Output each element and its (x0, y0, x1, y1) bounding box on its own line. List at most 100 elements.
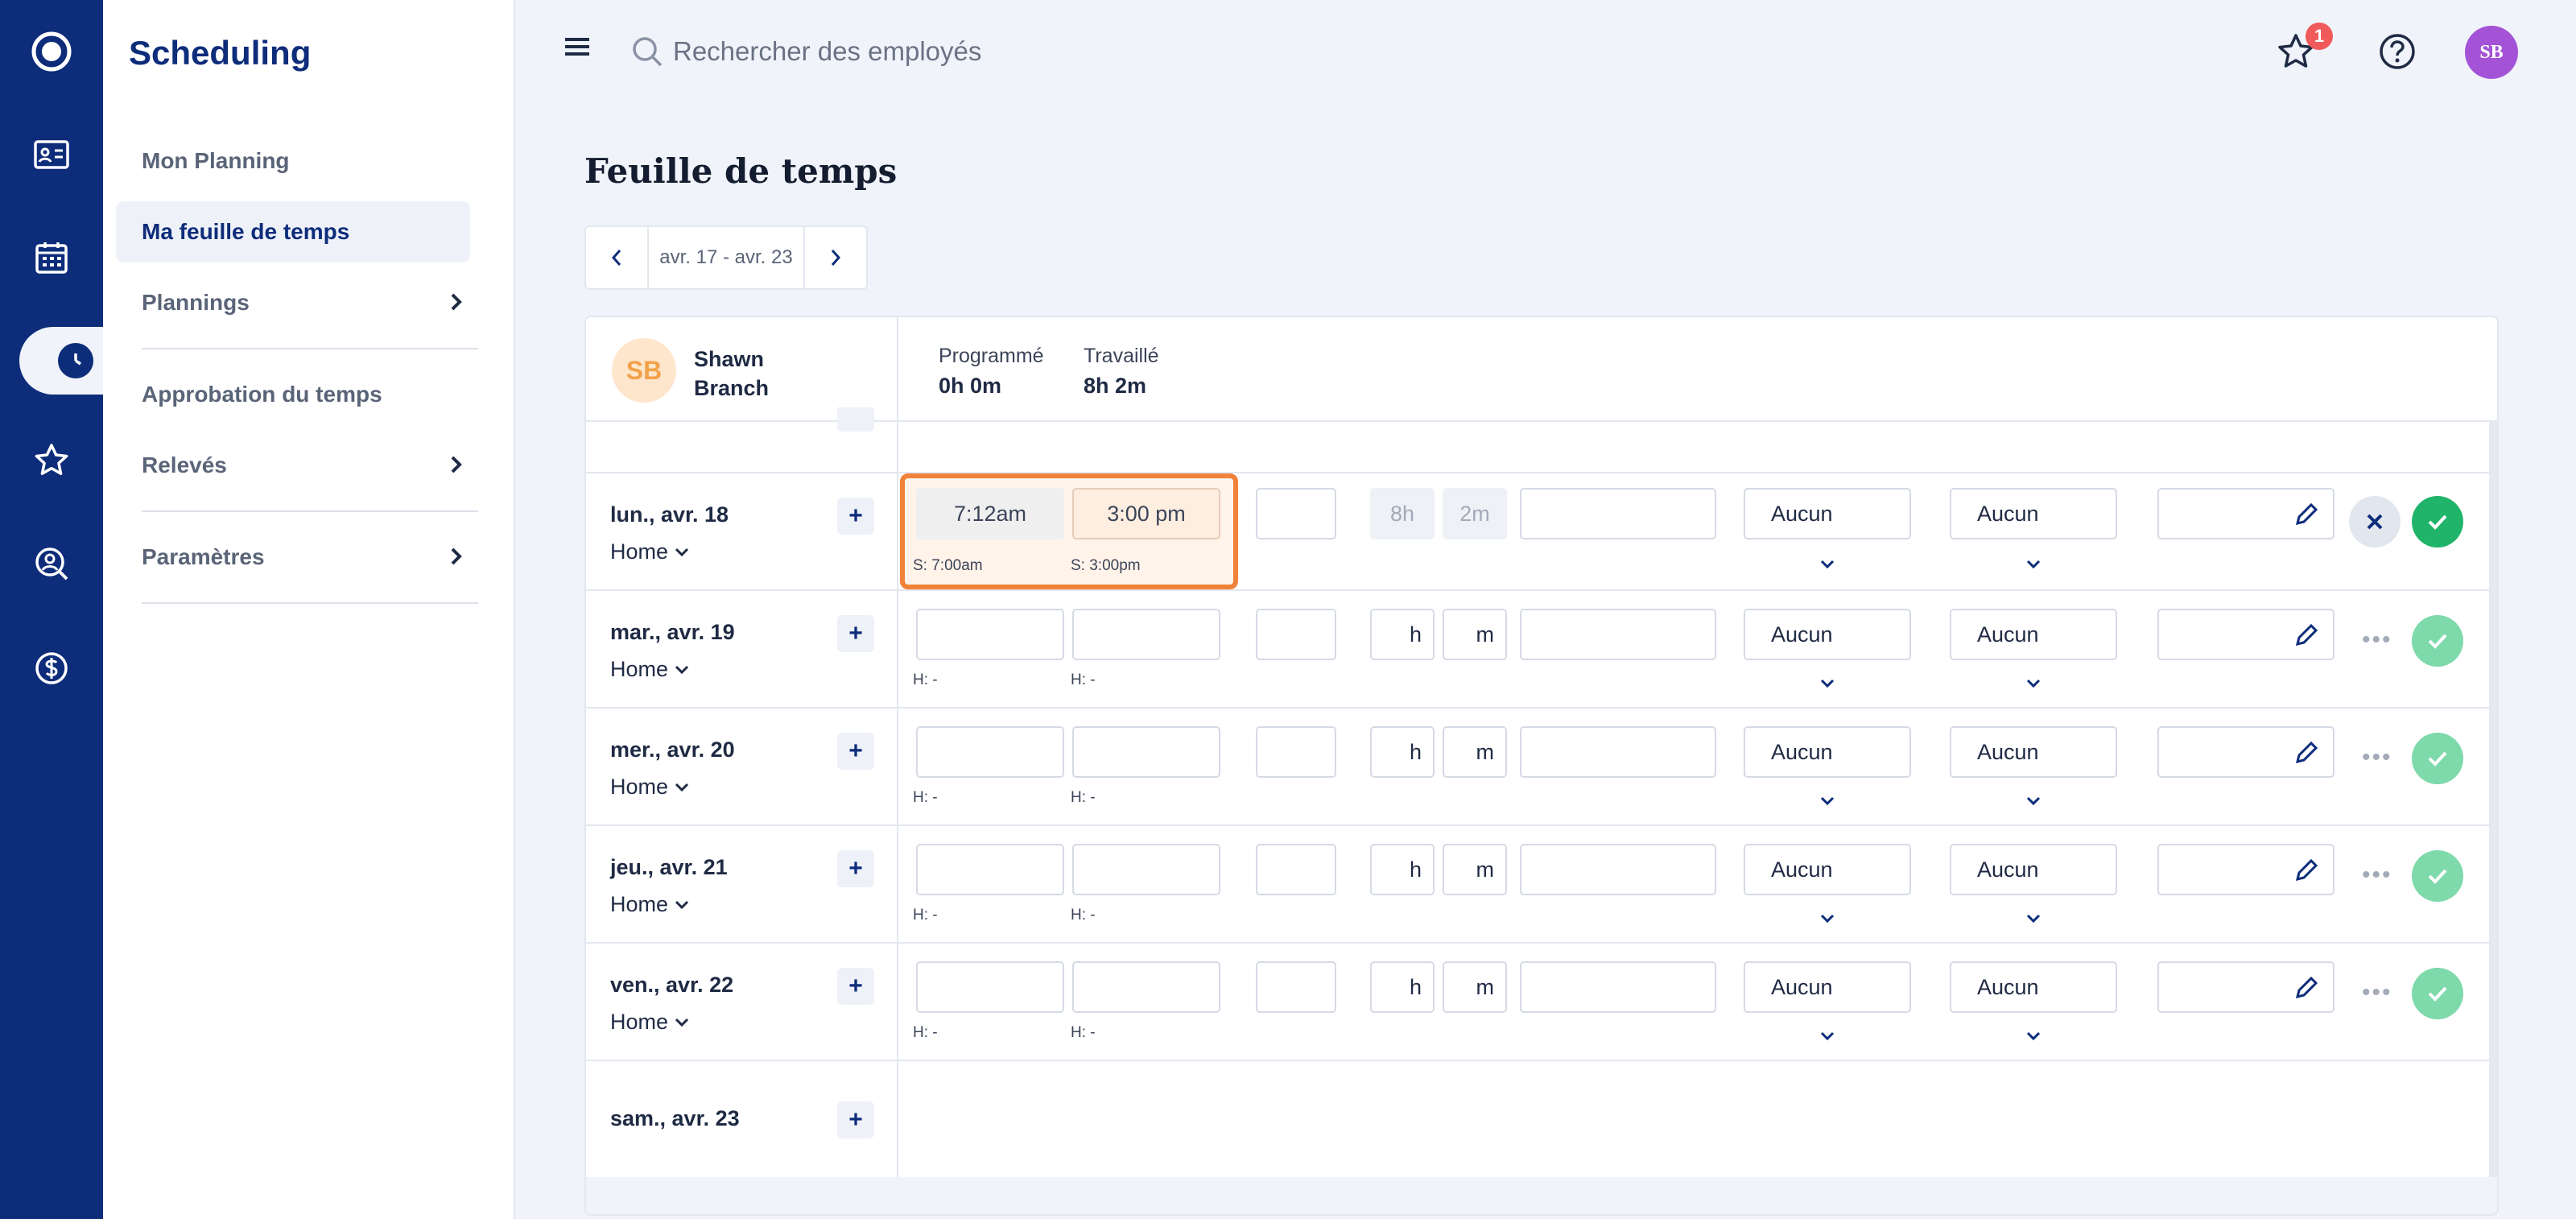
minutes-field[interactable]: m (1443, 961, 1507, 1013)
previous-week-button[interactable] (586, 227, 647, 288)
start-time-field[interactable] (916, 961, 1064, 1013)
worked-label: Travaillé (1084, 345, 1159, 367)
hours-field[interactable]: h (1370, 726, 1435, 778)
end-time-field[interactable] (1072, 726, 1220, 778)
nav-item-ma-feuille-de-temps[interactable]: Ma feuille de temps (116, 201, 470, 262)
calendar-icon[interactable] (0, 217, 103, 298)
position-select[interactable]: Aucun (1744, 844, 1911, 895)
approve-button[interactable] (2412, 496, 2463, 548)
hours-field[interactable]: h (1370, 961, 1435, 1013)
task-select[interactable]: Aucun (1950, 488, 2117, 539)
end-time-field[interactable] (1072, 609, 1220, 660)
pencil-icon[interactable] (2293, 501, 2320, 528)
task-select[interactable]: Aucun (1950, 609, 2117, 660)
pencil-icon[interactable] (2293, 739, 2320, 767)
table-row-fields: 7:12am 3:00 pm S: 7:00am S: 3:00pm 8h 2m… (586, 472, 2491, 589)
minutes-field[interactable]: m (1443, 609, 1507, 660)
break-field[interactable] (1256, 961, 1336, 1013)
week-range[interactable]: avr. 17 - avr. 23 (647, 227, 805, 288)
location-dropdown[interactable]: Home (610, 892, 689, 917)
location-dropdown[interactable]: Home (610, 657, 689, 682)
pencil-icon[interactable] (2293, 857, 2320, 884)
location-dropdown[interactable]: Home (610, 775, 689, 800)
nav-item-parametres[interactable]: Paramètres (116, 527, 470, 588)
add-entry-button[interactable]: + (837, 1101, 874, 1138)
task-select[interactable]: Aucun (1950, 844, 2117, 895)
end-time-field[interactable] (1072, 961, 1220, 1013)
nav-item-approbation-du-temps[interactable]: Approbation du temps (116, 364, 470, 425)
comment-field[interactable] (2157, 726, 2334, 778)
chevron-left-icon (611, 250, 621, 266)
approve-button[interactable] (2412, 850, 2463, 902)
add-entry-button[interactable]: + (837, 733, 874, 770)
help-icon[interactable] (2378, 32, 2417, 71)
approve-button[interactable] (2412, 615, 2463, 667)
break-field[interactable] (1256, 844, 1336, 895)
chevron-down-icon (1820, 679, 1835, 688)
comment-field[interactable] (2157, 609, 2334, 660)
pencil-icon[interactable] (2293, 622, 2320, 649)
user-avatar[interactable]: SB (2465, 26, 2518, 79)
break-field[interactable] (1256, 726, 1336, 778)
nav-item-plannings[interactable]: Plannings (116, 272, 470, 333)
hours-field[interactable]: h (1370, 609, 1435, 660)
comment-field[interactable] (2157, 961, 2334, 1013)
note-field[interactable] (1520, 961, 1716, 1013)
more-options-button[interactable]: ••• (2362, 979, 2392, 1006)
start-time-field[interactable]: 7:12am (916, 488, 1064, 539)
day-label: mar., avr. 19 (610, 620, 735, 644)
break-field[interactable] (1256, 609, 1336, 660)
approve-button[interactable] (2412, 733, 2463, 784)
task-select[interactable]: Aucun (1950, 961, 2117, 1013)
logo-icon[interactable] (0, 11, 103, 92)
more-options-button[interactable]: ••• (2362, 626, 2392, 654)
start-time-field[interactable] (916, 609, 1064, 660)
more-options-button[interactable]: ••• (2362, 862, 2392, 889)
minutes-field[interactable]: m (1443, 844, 1507, 895)
pencil-icon[interactable] (2293, 974, 2320, 1002)
nav-item-releves[interactable]: Relevés (116, 435, 470, 496)
add-entry-button[interactable]: + (837, 850, 874, 887)
close-icon (2367, 514, 2383, 530)
hamburger-menu-icon[interactable] (564, 35, 591, 58)
more-options-button[interactable]: ••• (2362, 744, 2392, 771)
cancel-button[interactable] (2349, 496, 2401, 548)
position-select[interactable]: Aucun (1744, 726, 1911, 778)
next-week-button[interactable] (805, 227, 866, 288)
add-entry-button[interactable]: + (837, 968, 874, 1005)
note-field[interactable] (1520, 609, 1716, 660)
minutes-field[interactable]: m (1443, 726, 1507, 778)
position-select[interactable]: Aucun (1744, 609, 1911, 660)
start-time-field[interactable] (916, 726, 1064, 778)
check-icon (2428, 514, 2447, 530)
day-label: jeu., avr. 21 (610, 855, 728, 879)
add-entry-button[interactable] (837, 407, 874, 432)
approve-button[interactable] (2412, 968, 2463, 1019)
note-field[interactable] (1520, 844, 1716, 895)
break-field[interactable] (1256, 488, 1336, 539)
people-search-icon[interactable] (0, 523, 103, 604)
end-time-field[interactable] (1072, 844, 1220, 895)
nav-item-mon-planning[interactable]: Mon Planning (116, 130, 470, 192)
start-time-field[interactable] (916, 844, 1064, 895)
dollar-icon[interactable] (0, 628, 103, 709)
comment-field[interactable] (2157, 844, 2334, 895)
note-field[interactable] (1520, 488, 1716, 539)
chevron-down-icon (2026, 796, 2041, 806)
end-hint: H: - (1071, 789, 1096, 806)
position-select[interactable]: Aucun (1744, 961, 1911, 1013)
add-entry-button[interactable]: + (837, 615, 874, 652)
card-footer (586, 1177, 2497, 1214)
chevron-down-icon (1820, 796, 1835, 806)
comment-field[interactable] (2157, 488, 2334, 539)
search-employees-input[interactable] (673, 29, 1236, 74)
star-icon[interactable] (0, 420, 103, 501)
id-card-icon[interactable] (0, 114, 103, 195)
location-dropdown[interactable]: Home (610, 1010, 689, 1035)
employee-avatar: SB (612, 338, 676, 403)
hours-field[interactable]: h (1370, 844, 1435, 895)
note-field[interactable] (1520, 726, 1716, 778)
position-select[interactable]: Aucun (1744, 488, 1911, 539)
end-time-field[interactable]: 3:00 pm (1072, 488, 1220, 539)
task-select[interactable]: Aucun (1950, 726, 2117, 778)
